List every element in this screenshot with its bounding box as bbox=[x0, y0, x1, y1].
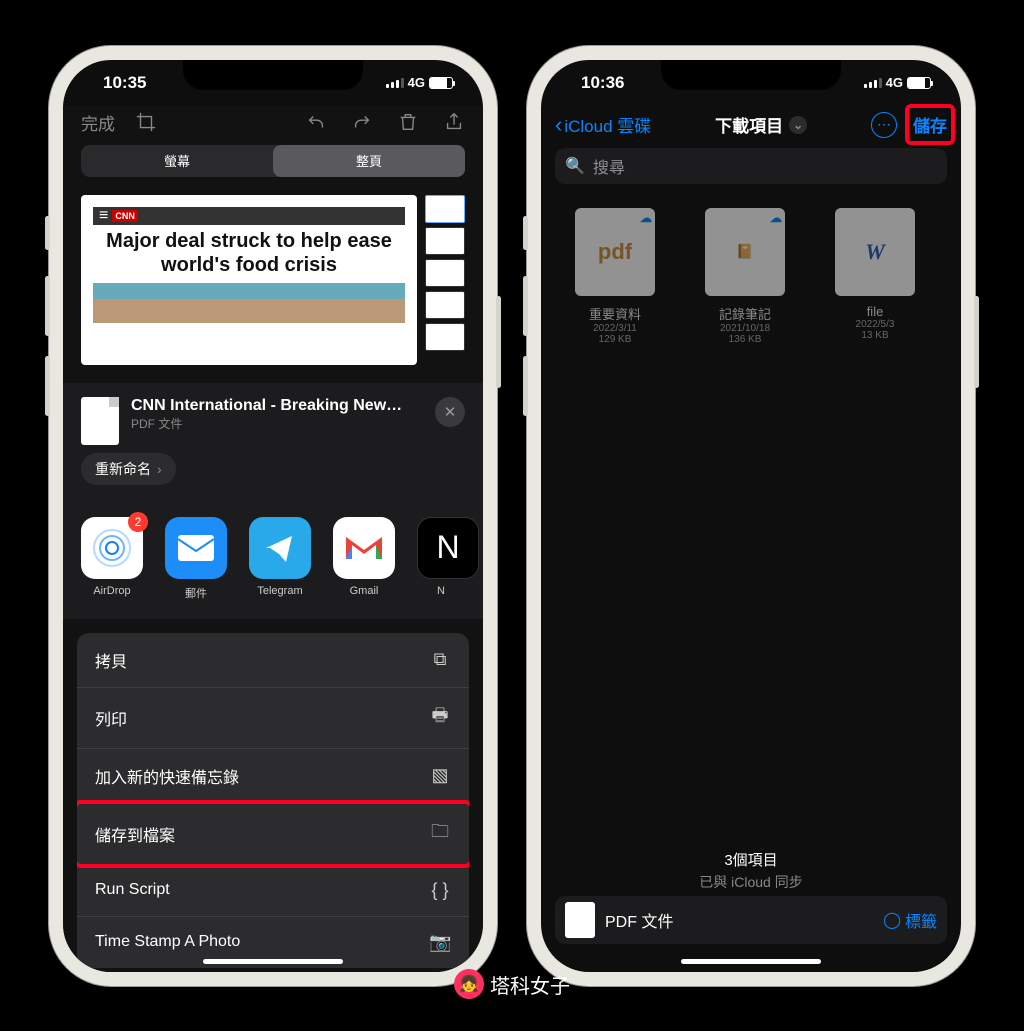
files-footer: 3個項目 已與 iCloud 同步 bbox=[541, 849, 961, 892]
action-copy[interactable]: 拷貝 ⧉ bbox=[77, 633, 469, 688]
close-icon[interactable]: ✕ bbox=[435, 397, 465, 427]
tag-icon: ◯ bbox=[883, 910, 901, 930]
action-save-to-files[interactable]: 儲存到檔案 🗀 bbox=[77, 804, 469, 865]
status-network: 4G bbox=[408, 75, 425, 90]
share-app-telegram[interactable]: Telegram bbox=[249, 517, 311, 601]
status-network: 4G bbox=[886, 75, 903, 90]
files-navbar: ‹ iCloud 雲碟 下載項目 ⌄ ⋯ 儲存 bbox=[541, 106, 961, 148]
file-item[interactable]: 📔 ☁︎ 記錄筆記 2021/10/18 136 KB bbox=[695, 208, 795, 345]
home-indicator[interactable] bbox=[203, 959, 343, 964]
search-icon: 🔍 bbox=[565, 156, 585, 176]
document-icon bbox=[81, 397, 119, 445]
chevron-right-icon: › bbox=[157, 461, 162, 477]
action-run-script[interactable]: Run Script { } bbox=[77, 865, 469, 917]
share-icon[interactable] bbox=[443, 111, 465, 133]
more-icon[interactable]: ⋯ bbox=[871, 112, 897, 138]
file-item[interactable]: pdf ☁︎ 重要資料 2022/3/11 129 KB bbox=[565, 208, 665, 345]
crop-icon[interactable] bbox=[135, 111, 157, 133]
status-time: 10:35 bbox=[103, 73, 146, 93]
page-preview: ≡CNN Major deal struck to help ease worl… bbox=[81, 195, 417, 365]
segment-screen[interactable]: 螢幕 bbox=[81, 145, 273, 177]
copy-icon: ⧉ bbox=[429, 649, 451, 670]
share-app-mail[interactable]: 郵件 bbox=[165, 517, 227, 601]
segment-fullpage[interactable]: 整頁 bbox=[273, 145, 465, 177]
screenshot-toolbar: 完成 bbox=[63, 106, 483, 145]
braces-icon: { } bbox=[429, 880, 451, 901]
action-quicknote[interactable]: 加入新的快速備忘錄 ▧ bbox=[77, 749, 469, 804]
share-app-gmail[interactable]: Gmail bbox=[333, 517, 395, 601]
search-input[interactable]: 🔍 搜尋 bbox=[555, 148, 947, 184]
chevron-down-icon: ⌄ bbox=[789, 116, 807, 134]
phone-left: 10:35 4G 完成 螢幕 bbox=[49, 46, 497, 986]
segment-control[interactable]: 螢幕 整頁 bbox=[81, 145, 465, 177]
tags-button[interactable]: ◯ 標籤 bbox=[883, 908, 937, 932]
files-grid: pdf ☁︎ 重要資料 2022/3/11 129 KB 📔 ☁︎ 記錄筆記 2… bbox=[541, 184, 961, 369]
folder-title[interactable]: 下載項目 ⌄ bbox=[715, 112, 807, 137]
cloud-icon: ☁︎ bbox=[640, 211, 652, 225]
share-sheet-header: CNN International - Breaking News, US...… bbox=[63, 383, 483, 453]
preview-headline: Major deal struck to help ease world's f… bbox=[93, 229, 405, 277]
phone-right: 10:36 4G ‹ iCloud 雲碟 下載項目 ⌄ ⋯ 儲存 bbox=[527, 46, 975, 986]
share-app-airdrop[interactable]: 2 AirDrop bbox=[81, 517, 143, 601]
sheet-subtitle: PDF 文件 bbox=[131, 415, 423, 432]
home-indicator[interactable] bbox=[681, 959, 821, 964]
bottom-toolbar: PDF 文件 ◯ 標籤 bbox=[555, 896, 947, 944]
document-label: PDF 文件 bbox=[605, 908, 673, 932]
page-thumbnails[interactable] bbox=[425, 195, 465, 365]
highlight-save bbox=[905, 104, 955, 145]
done-button[interactable]: 完成 bbox=[81, 110, 115, 135]
folder-icon: 🗀 bbox=[429, 819, 451, 849]
cloud-icon: ☁︎ bbox=[770, 211, 782, 225]
document-thumbnail bbox=[565, 902, 595, 938]
sheet-title: CNN International - Breaking News, US... bbox=[131, 397, 411, 415]
print-icon: 🖶 bbox=[429, 703, 451, 733]
action-list: 拷貝 ⧉ 列印 🖶 加入新的快速備忘錄 ▧ 儲存到檔案 🗀 Run S bbox=[77, 633, 469, 968]
chevron-left-icon: ‹ bbox=[555, 112, 562, 138]
action-print[interactable]: 列印 🖶 bbox=[77, 688, 469, 749]
watermark: 👧 塔科女子 bbox=[454, 969, 570, 999]
quicknote-icon: ▧ bbox=[429, 765, 451, 786]
file-item[interactable]: W file 2022/5/3 13 KB bbox=[825, 208, 925, 345]
undo-icon[interactable] bbox=[305, 111, 327, 133]
share-apps-row: 2 AirDrop 郵件 Telegram Gmail N bbox=[63, 503, 483, 619]
back-button[interactable]: ‹ iCloud 雲碟 bbox=[555, 112, 651, 138]
camera-icon: 📷 bbox=[429, 932, 451, 953]
share-app-more[interactable]: N N bbox=[417, 517, 465, 601]
status-time: 10:36 bbox=[581, 73, 624, 93]
trash-icon[interactable] bbox=[397, 111, 419, 133]
rename-button[interactable]: 重新命名› bbox=[81, 453, 176, 485]
redo-icon[interactable] bbox=[351, 111, 373, 133]
